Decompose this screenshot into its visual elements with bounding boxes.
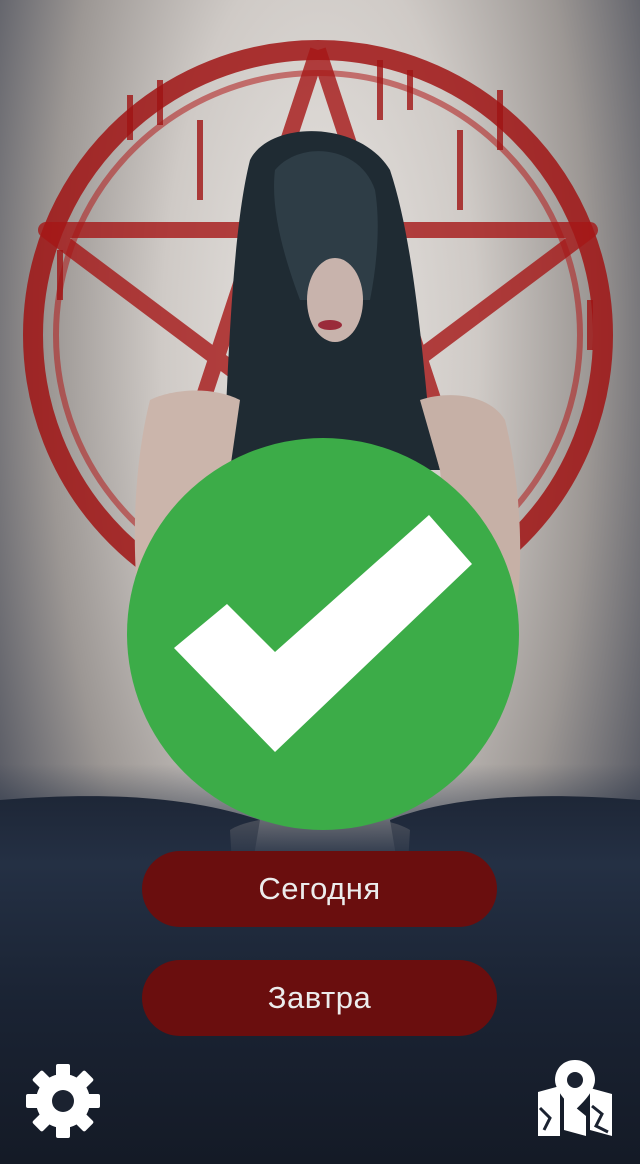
map-pin-icon[interactable] — [536, 1058, 614, 1138]
gear-icon[interactable] — [24, 1062, 102, 1140]
tomorrow-button[interactable]: Завтра — [142, 960, 497, 1036]
today-button[interactable]: Сегодня — [142, 851, 497, 927]
app-screen: Сегодня Завтра — [0, 0, 640, 1164]
check-icon — [174, 515, 472, 752]
success-check-badge — [127, 438, 519, 830]
